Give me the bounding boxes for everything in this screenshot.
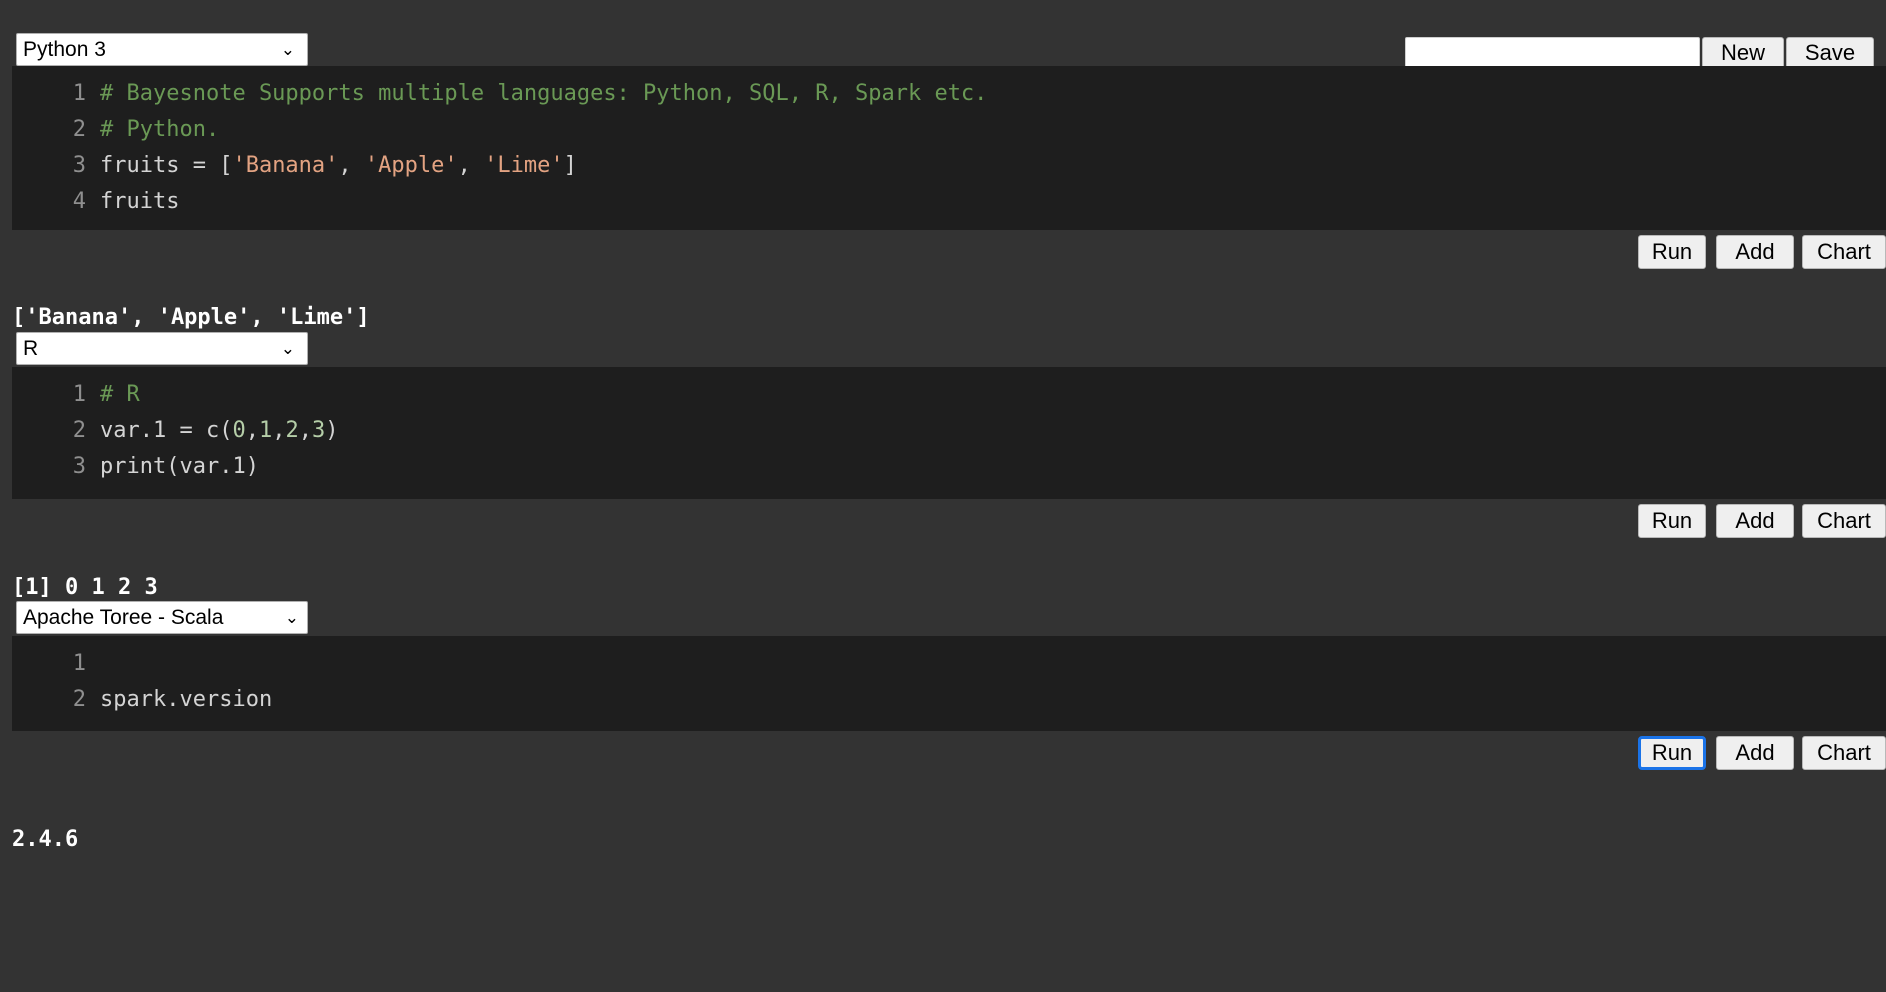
code-text: print(var.1) [100, 449, 259, 485]
line-number: 2 [72, 418, 86, 443]
code-line: 2 spark.version [12, 682, 1886, 718]
kernel-select-cell-2-value: Apache Toree - Scala [23, 606, 224, 629]
chevron-down-icon: ⌄ [280, 40, 295, 59]
chart-button[interactable]: Chart [1802, 504, 1886, 538]
code-line: 3 fruits = ['Banana', 'Apple', 'Lime'] [12, 148, 1886, 184]
code-token-plain: var.1 = c( [100, 418, 233, 443]
code-line: 4 fruits [12, 184, 1886, 220]
cell-toolbar: Run Add Chart [12, 731, 1886, 775]
code-token-plain: , [245, 418, 259, 443]
code-token-num: 0 [232, 418, 246, 443]
kernel-select-cell-0-value: Python 3 [23, 38, 106, 61]
chart-button[interactable]: Chart [1802, 235, 1886, 269]
code-token-comment: # Bayesnote Supports multiple languages:… [100, 81, 988, 106]
chevron-down-icon: ⌄ [280, 339, 295, 358]
code-editor[interactable]: 1 # R 2 var.1 = c(0,1,2,3) 3 print(var.1) [12, 367, 1886, 499]
code-line: 2 # Python. [12, 112, 1886, 148]
add-button[interactable]: Add [1716, 736, 1794, 770]
code-token-plain: , [272, 418, 286, 443]
run-button[interactable]: Run [1638, 736, 1706, 770]
code-line: 1 [12, 646, 1886, 682]
cell-toolbar: Run Add Chart [12, 230, 1886, 274]
code-token-num: 3 [311, 418, 326, 443]
code-token-string: 'Lime' [484, 153, 564, 178]
add-button[interactable]: Add [1716, 235, 1794, 269]
code-token-plain: ) [325, 418, 339, 443]
code-text: fruits [100, 184, 179, 220]
cell-output-text: 2.4.6 [12, 826, 79, 852]
line-number: 1 [72, 651, 86, 676]
code-token-plain: spark.version [100, 687, 273, 712]
chart-button[interactable]: Chart [1802, 736, 1886, 770]
kernel-select-cell-0[interactable]: Python 3 ⌄ [16, 33, 308, 66]
notebook-cell: Apache Toree - Scala ⌄ 1 2 spark.version Run A… [0, 601, 1886, 863]
cells-container: 1 # Bayesnote Supports multiple languages… [0, 66, 1886, 863]
code-text: var.1 = c(0,1,2,3) [100, 413, 338, 449]
code-line: 1 # Bayesnote Supports multiple languages… [12, 76, 1886, 112]
code-text: fruits = ['Banana', 'Apple', 'Lime'] [100, 148, 577, 184]
run-button[interactable]: Run [1638, 235, 1706, 269]
line-number: 2 [72, 687, 86, 712]
cell-toolbar: Run Add Chart [12, 499, 1886, 543]
code-token-plain: print(var.1) [100, 454, 259, 479]
line-number: 4 [72, 189, 86, 214]
kernel-select-cell-1-value: R [23, 337, 39, 360]
code-token-plain: fruits [100, 189, 180, 214]
chevron-down-icon: ⌄ [284, 608, 299, 627]
code-token-string: 'Apple' [364, 153, 458, 178]
code-editor[interactable]: 1 # Bayesnote Supports multiple languages… [12, 66, 1886, 230]
code-editor[interactable]: 1 2 spark.version [12, 636, 1886, 731]
cell-output-text: [1] 0 1 2 3 [12, 574, 158, 600]
code-text: # Python. [100, 112, 219, 148]
code-token-num: 2 [285, 418, 299, 443]
notebook-cell: R ⌄ 1 # R 2 var.1 = c(0,1,2,3) 3 print(var.1) Ru… [0, 332, 1886, 601]
code-token-comment: # R [100, 382, 140, 407]
code-line: 1 # R [12, 377, 1886, 413]
code-token-num: 1 [258, 418, 273, 443]
code-token-plain: fruits = [ [100, 153, 233, 178]
code-token-string: 'Banana' [232, 153, 339, 178]
code-text: # R [100, 377, 140, 413]
run-button[interactable]: Run [1638, 504, 1706, 538]
notebook-topbar: Python 3 ⌄ New Save [0, 0, 1886, 70]
line-number: 3 [72, 454, 86, 479]
cell-output-text: ['Banana', 'Apple', 'Lime'] [12, 304, 370, 330]
cell-output: [1] 0 1 2 3 [12, 543, 1886, 601]
code-line: 3 print(var.1) [12, 449, 1886, 485]
cell-output: 2.4.6 [12, 775, 1886, 863]
line-number: 1 [72, 81, 86, 106]
line-number: 2 [72, 117, 86, 142]
code-token-plain: , [338, 153, 365, 178]
kernel-select-cell-2[interactable]: Apache Toree - Scala ⌄ [16, 601, 308, 634]
code-token-comment: # Python. [100, 117, 220, 142]
code-text: spark.version [100, 682, 272, 718]
line-number: 3 [72, 153, 86, 178]
notebook-cell: 1 # Bayesnote Supports multiple languages… [0, 66, 1886, 332]
code-line: 2 var.1 = c(0,1,2,3) [12, 413, 1886, 449]
code-token-plain: ] [563, 153, 577, 178]
cell-output: ['Banana', 'Apple', 'Lime'] [12, 274, 1886, 332]
add-button[interactable]: Add [1716, 504, 1794, 538]
code-token-plain: , [457, 153, 485, 178]
code-text: # Bayesnote Supports multiple languages:… [100, 76, 987, 112]
kernel-select-cell-1[interactable]: R ⌄ [16, 332, 308, 365]
notebook-app: Python 3 ⌄ New Save 1 # Bayesnote Support… [0, 0, 1886, 992]
line-number: 1 [72, 382, 86, 407]
code-token-plain: , [298, 418, 312, 443]
